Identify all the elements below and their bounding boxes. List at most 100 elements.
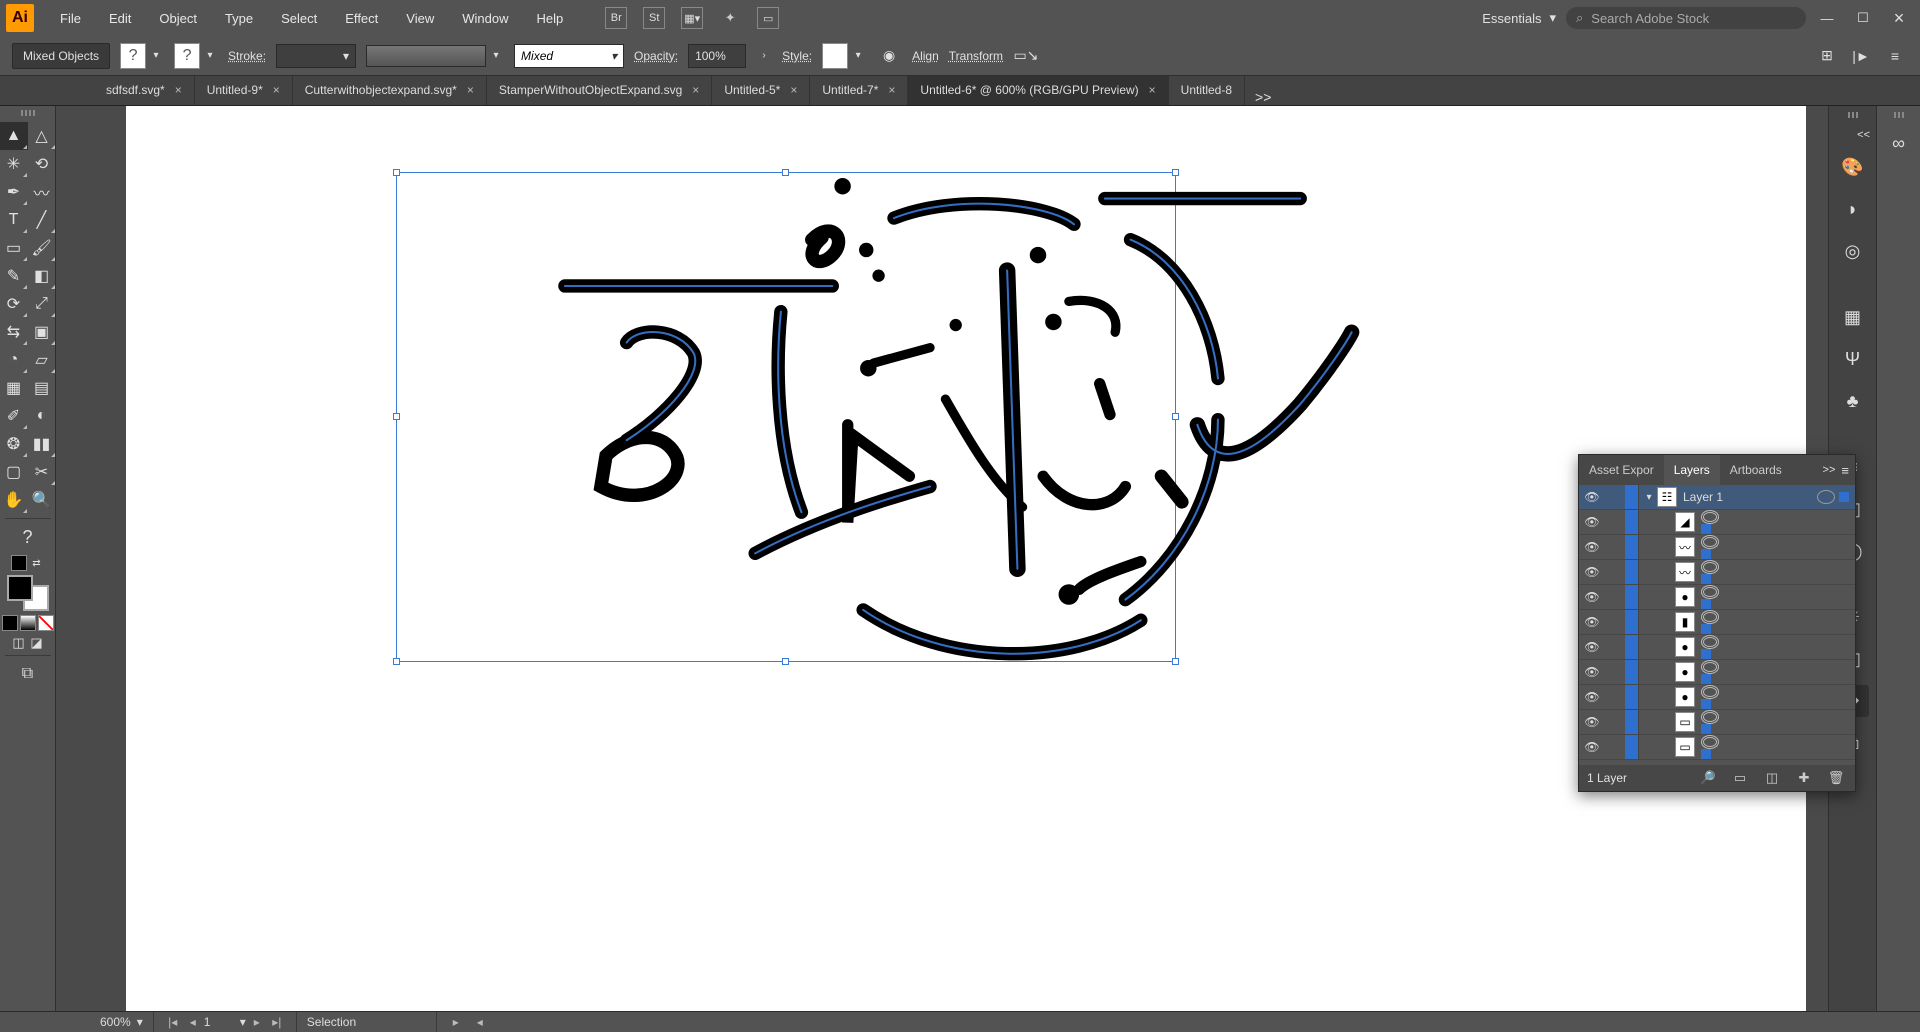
gradient-mode-icon[interactable]	[20, 615, 36, 631]
visibility-toggle-icon[interactable]: 👁	[1579, 565, 1605, 579]
variable-width-profile[interactable]: ▾	[366, 45, 504, 67]
recolor-panel-icon[interactable]: ◎	[1837, 235, 1869, 267]
rotate-tool[interactable]: ⟳	[0, 290, 28, 318]
free-transform-tool[interactable]: ▣	[28, 318, 56, 346]
target-icon[interactable]	[1701, 585, 1719, 599]
pen-tool[interactable]: ✒	[0, 178, 28, 206]
layer-name[interactable]: Layer 1	[1683, 490, 1817, 504]
close-tab-icon[interactable]: ×	[888, 83, 895, 97]
align-label[interactable]: Align	[912, 49, 939, 63]
slice-tool[interactable]: ✂	[28, 458, 56, 486]
layers-list[interactable]: 👁 ▾ ☷ Layer 1 👁◢👁〰👁〰👁●👁▮👁●👁●👁●👁▭👁▭	[1579, 485, 1855, 765]
document-tab[interactable]: Untitled-7*×	[810, 76, 908, 105]
target-icon[interactable]	[1701, 635, 1719, 649]
libraries-panel-icon[interactable]: ∞	[1883, 127, 1915, 159]
target-icon[interactable]	[1701, 535, 1719, 549]
target-icon[interactable]	[1701, 710, 1719, 724]
layer-row[interactable]: 👁〰	[1579, 535, 1855, 560]
prev-artboard-button[interactable]: ◂	[184, 1015, 202, 1029]
close-tab-icon[interactable]: ×	[273, 83, 280, 97]
layer-name[interactable]	[1701, 510, 1855, 534]
last-artboard-button[interactable]: ▸|	[268, 1015, 286, 1029]
perspective-tool[interactable]: ▱	[28, 346, 56, 374]
none-mode-icon[interactable]	[38, 615, 54, 631]
layer-name[interactable]	[1701, 585, 1855, 609]
fill-swatch[interactable]: ?▾	[120, 43, 164, 69]
artboard-number-field[interactable]: 1	[204, 1015, 238, 1029]
layer-row[interactable]: 👁▮	[1579, 610, 1855, 635]
visibility-toggle-icon[interactable]: 👁	[1579, 590, 1605, 604]
color-mode-icon[interactable]	[2, 615, 18, 631]
canvas[interactable]: <<	[56, 106, 1828, 1011]
fill-color-swatch[interactable]	[7, 575, 33, 601]
type-tool[interactable]: T	[0, 206, 28, 234]
menu-help[interactable]: Help	[522, 0, 577, 36]
swatches-panel-icon[interactable]: ▦	[1837, 301, 1869, 333]
status-flyout-button[interactable]: ▸	[447, 1015, 465, 1029]
make-clipping-mask-icon[interactable]: ▭	[1729, 767, 1751, 789]
shaper-tool[interactable]: ✎	[0, 262, 28, 290]
symbols-panel-icon[interactable]: ♣	[1837, 385, 1869, 417]
doc-setup-icon[interactable]: ▭	[753, 3, 783, 33]
isolate-group-icon[interactable]: ▭↘	[1013, 43, 1039, 69]
panel-tab-layers[interactable]: Layers	[1664, 455, 1720, 485]
target-icon[interactable]	[1817, 490, 1835, 504]
menu-object[interactable]: Object	[145, 0, 211, 36]
lasso-tool[interactable]: ⟲	[28, 150, 56, 178]
gpu-icon[interactable]: ✦	[715, 3, 745, 33]
panel-tab-asset-export[interactable]: Asset Expor	[1579, 455, 1664, 485]
window-minimize[interactable]: —	[1812, 6, 1842, 30]
layer-name[interactable]	[1701, 635, 1855, 659]
layer-name[interactable]	[1701, 610, 1855, 634]
visibility-toggle-icon[interactable]: 👁	[1579, 540, 1605, 554]
close-tab-icon[interactable]: ×	[175, 83, 182, 97]
color-panel-icon[interactable]: 🎨	[1837, 151, 1869, 183]
fill-stroke-swatches[interactable]	[5, 575, 51, 611]
layer-name[interactable]	[1701, 735, 1855, 759]
panel-menu-icon[interactable]: ≡	[1841, 463, 1849, 478]
visibility-toggle-icon[interactable]: 👁	[1579, 665, 1605, 679]
menu-file[interactable]: File	[46, 0, 95, 36]
layer-row[interactable]: 👁〰	[1579, 560, 1855, 585]
workspace-switcher[interactable]: Essentials ▾	[1472, 10, 1566, 26]
first-artboard-button[interactable]: |◂	[164, 1015, 182, 1029]
direct-selection-tool[interactable]: △	[28, 122, 56, 150]
magic-wand-tool[interactable]: ✳	[0, 150, 28, 178]
graphic-style-swatch[interactable]: ▾	[822, 43, 866, 69]
menu-select[interactable]: Select	[267, 0, 331, 36]
default-fillstroke-icon[interactable]	[11, 555, 27, 571]
document-tab[interactable]: StamperWithoutObjectExpand.svg×	[487, 76, 712, 105]
layer-name[interactable]	[1701, 660, 1855, 684]
grid-icon[interactable]: ⊞	[1814, 43, 1840, 69]
layer-name[interactable]	[1701, 685, 1855, 709]
layer-row[interactable]: 👁●	[1579, 660, 1855, 685]
brush-definition[interactable]: Mixed▾	[514, 44, 624, 68]
rectangle-tool[interactable]: ▭	[0, 234, 28, 262]
visibility-toggle-icon[interactable]: 👁	[1579, 740, 1605, 754]
panel-grip-icon[interactable]	[1840, 112, 1866, 119]
scale-tool[interactable]: ⤢	[28, 290, 56, 318]
layer-row[interactable]: 👁 ▾ ☷ Layer 1	[1579, 485, 1855, 510]
opacity-field[interactable]: 100%	[688, 44, 746, 68]
shape-builder-tool[interactable]: ◔	[0, 346, 28, 374]
target-icon[interactable]	[1701, 610, 1719, 624]
document-tab[interactable]: Untitled-8	[1169, 76, 1245, 105]
new-layer-icon[interactable]: ✚	[1793, 767, 1815, 789]
selection-indicator[interactable]: Mixed Objects	[12, 43, 110, 69]
visibility-toggle-icon[interactable]: 👁	[1579, 490, 1605, 504]
close-tab-icon[interactable]: ×	[692, 83, 699, 97]
panel-menu-icon[interactable]: ≡	[1882, 43, 1908, 69]
layer-row[interactable]: 👁●	[1579, 635, 1855, 660]
document-tab[interactable]: Cutterwithobjectexpand.svg*×	[293, 76, 487, 105]
drawing-mode-icon[interactable]: ◫	[11, 635, 27, 651]
target-icon[interactable]	[1701, 685, 1719, 699]
drawing-mode-icon[interactable]: ◪	[29, 635, 45, 651]
layer-row[interactable]: 👁◢	[1579, 510, 1855, 535]
visibility-toggle-icon[interactable]: 👁	[1579, 690, 1605, 704]
target-icon[interactable]	[1701, 560, 1719, 574]
column-graph-tool[interactable]: ▮▮	[28, 430, 56, 458]
document-tab-active[interactable]: Untitled-6* @ 600% (RGB/GPU Preview)×	[908, 76, 1168, 105]
stroke-weight-field[interactable]: ▾	[276, 44, 356, 68]
target-icon[interactable]	[1701, 510, 1719, 524]
panel-tab-artboards[interactable]: Artboards	[1720, 455, 1792, 485]
